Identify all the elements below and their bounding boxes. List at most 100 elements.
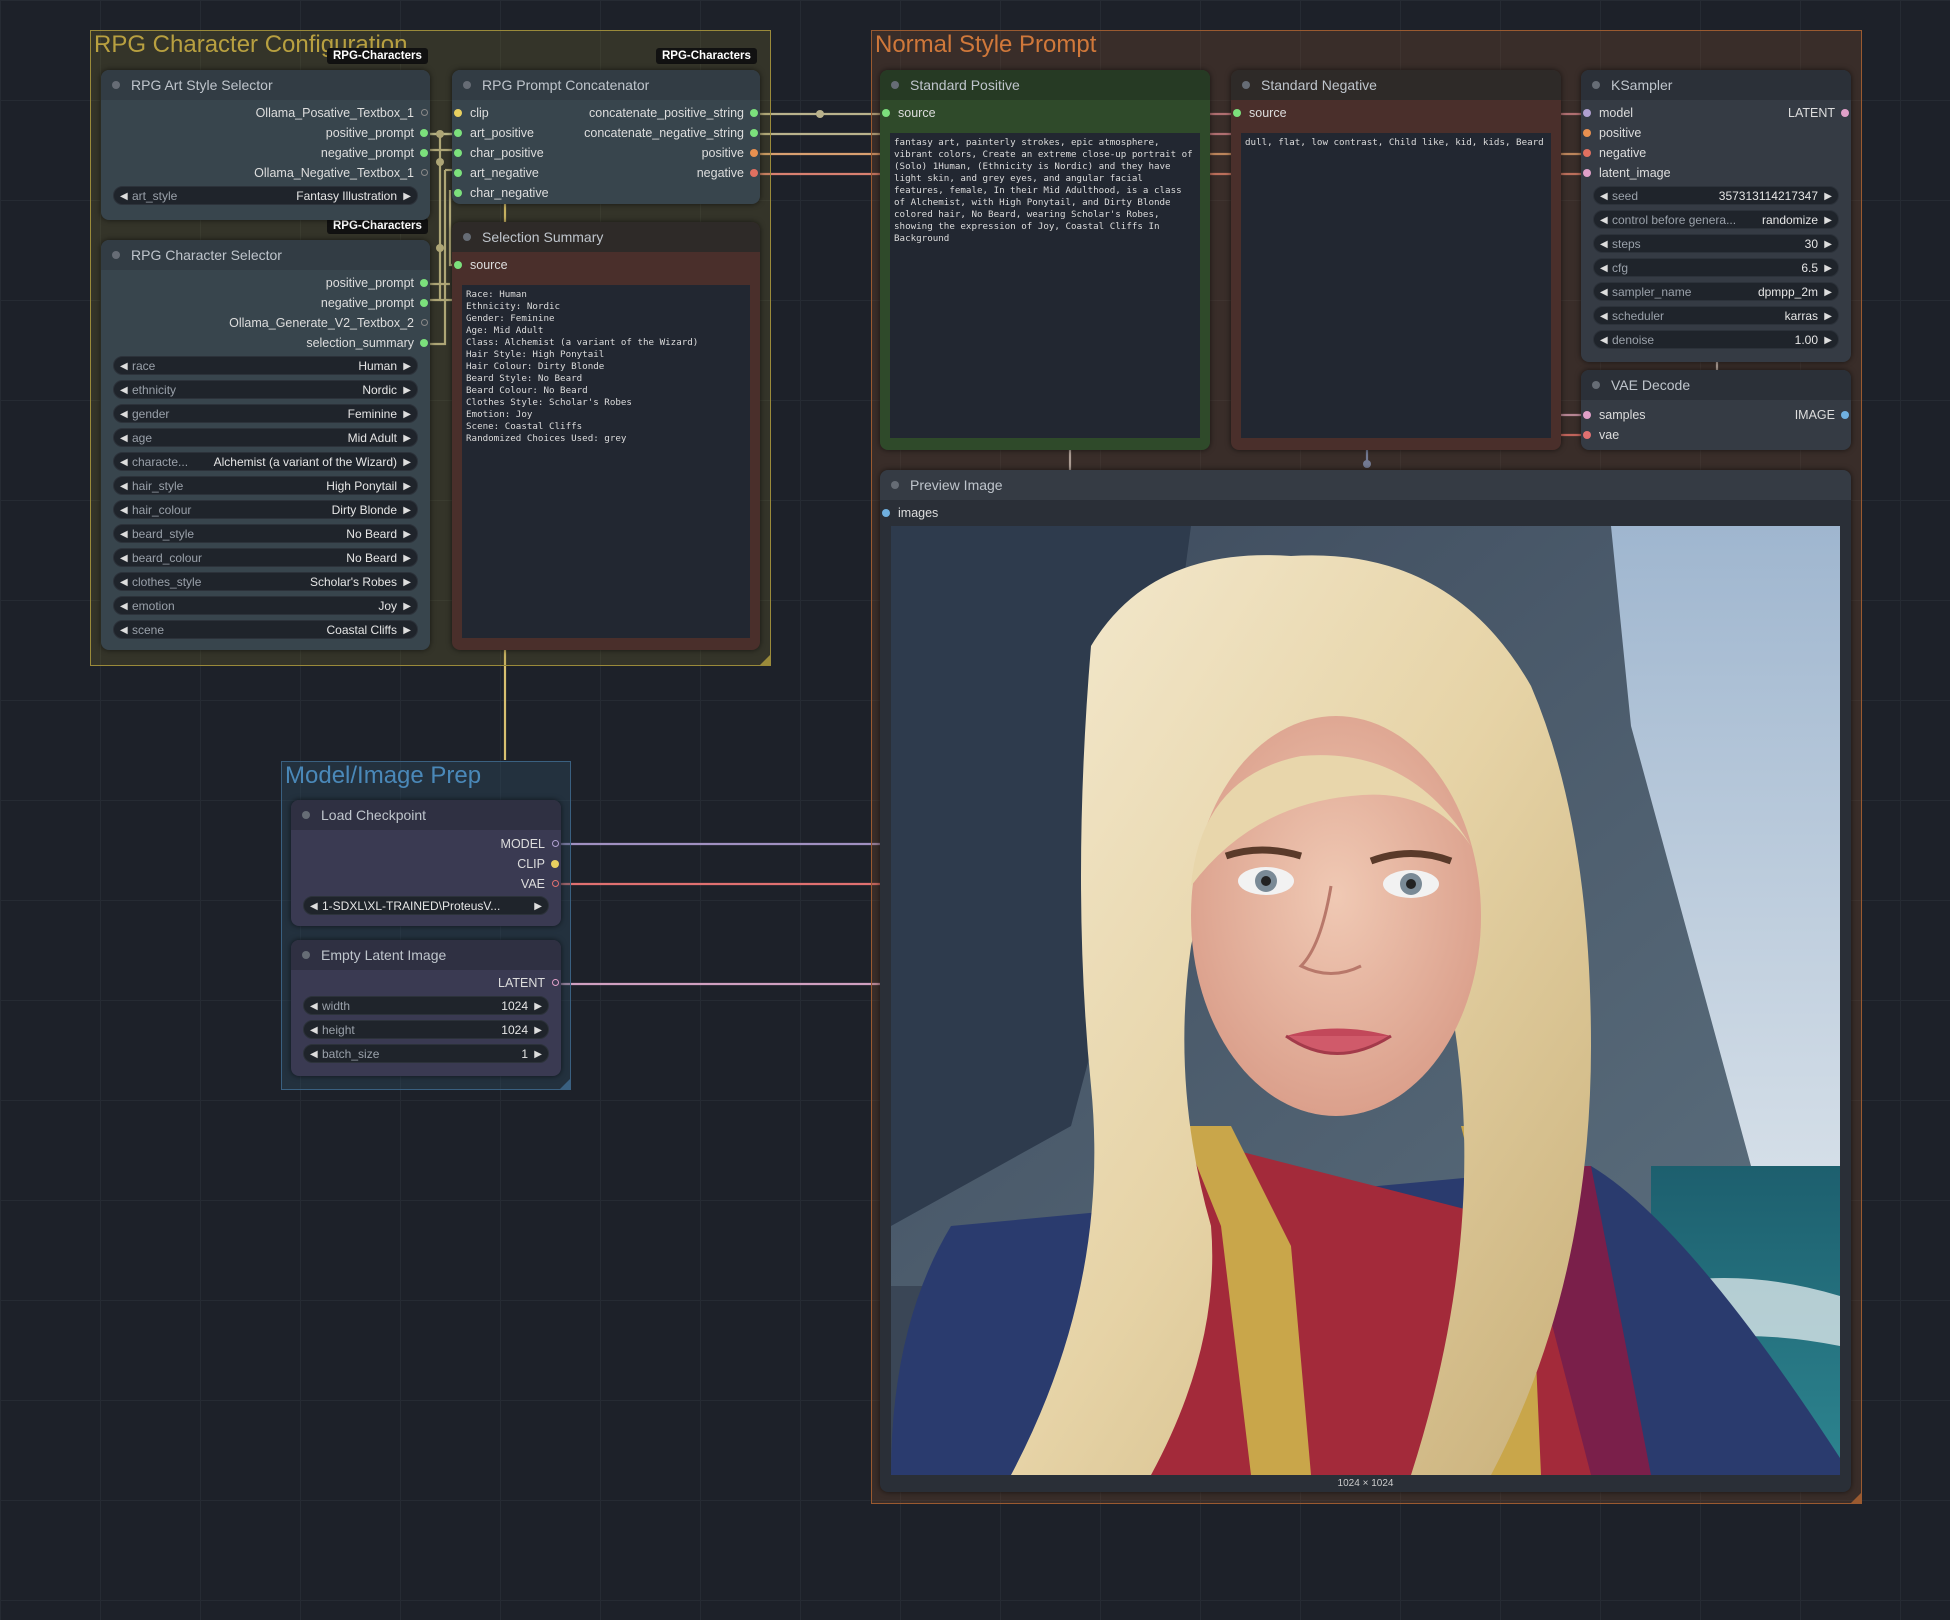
summary-textarea[interactable]: Race: Human Ethnicity: Nordic Gender: Fe… [462,285,750,638]
arrow-left-icon[interactable]: ◀ [120,453,128,472]
arrow-right-icon[interactable]: ▶ [403,525,411,544]
arrow-left-icon[interactable]: ◀ [120,621,128,640]
node-rpg-art-style-selector[interactable]: RPG Art Style Selector Ollama_Posative_T… [101,70,430,220]
node-header[interactable]: Preview Image [880,470,1851,500]
input-slot[interactable]: model [1581,104,1633,122]
arrow-right-icon[interactable]: ▶ [403,187,411,206]
output-slot[interactable]: negative_prompt [321,294,430,312]
input-slot[interactable]: latent_image [1581,164,1671,182]
arrow-right-icon[interactable]: ▶ [534,997,542,1016]
collapse-dot-icon[interactable] [1592,381,1600,389]
input-slot[interactable]: vae [1581,426,1619,444]
collapse-dot-icon[interactable] [112,251,120,259]
output-slot[interactable]: LATENT [498,974,561,992]
control-after-generate-combo[interactable]: ◀ control before genera... randomize ▶ [1593,210,1839,229]
output-pin[interactable] [420,299,428,307]
output-slot[interactable]: positive_prompt [326,274,430,292]
output-pin[interactable] [750,129,758,137]
hair-style-combo[interactable]: ◀ hair_style High Ponytail ▶ [113,476,418,495]
arrow-left-icon[interactable]: ◀ [310,1045,318,1064]
node-empty-latent-image[interactable]: Empty Latent Image LATENT ◀ width 1024 ▶ ◀ h… [291,940,561,1076]
arrow-right-icon[interactable]: ▶ [1824,235,1832,254]
input-slot[interactable]: images [880,504,938,522]
node-standard-positive[interactable]: Standard Positive source fantasy art, pa… [880,70,1210,450]
input-slot[interactable]: negative [1581,144,1646,162]
input-pin[interactable] [882,509,890,517]
collapse-dot-icon[interactable] [891,481,899,489]
art-style-combo[interactable]: ◀ art_style Fantasy Illustration ▶ [113,186,418,205]
output-slot[interactable]: negative [697,164,760,182]
arrow-right-icon[interactable]: ▶ [403,597,411,616]
input-pin[interactable] [1583,109,1591,117]
arrow-left-icon[interactable]: ◀ [1600,283,1608,302]
checkpoint-combo[interactable]: ◀ 1-SDXL\XL-TRAINED\ProteusV... ▶ [303,896,549,915]
arrow-right-icon[interactable]: ▶ [1824,187,1832,206]
arrow-left-icon[interactable]: ◀ [120,357,128,376]
arrow-left-icon[interactable]: ◀ [310,897,318,916]
denoise-number[interactable]: ◀ denoise 1.00 ▶ [1593,330,1839,349]
node-header[interactable]: Selection Summary [452,222,760,252]
output-pin[interactable] [1841,411,1849,419]
cfg-number[interactable]: ◀ cfg 6.5 ▶ [1593,258,1839,277]
input-slot[interactable]: art_negative [452,164,539,182]
arrow-left-icon[interactable]: ◀ [120,525,128,544]
output-slot[interactable]: selection_summary [306,334,430,352]
arrow-left-icon[interactable]: ◀ [310,997,318,1016]
output-slot[interactable]: CLIP [517,855,561,873]
output-pin[interactable] [552,979,559,986]
input-slot[interactable]: source [1231,104,1287,122]
arrow-left-icon[interactable]: ◀ [310,1021,318,1040]
output-slot[interactable]: concatenate_positive_string [589,104,760,122]
input-pin[interactable] [454,109,462,117]
arrow-right-icon[interactable]: ▶ [403,501,411,520]
arrow-right-icon[interactable]: ▶ [403,453,411,472]
collapse-dot-icon[interactable] [112,81,120,89]
input-pin[interactable] [454,149,462,157]
arrow-left-icon[interactable]: ◀ [120,405,128,424]
node-ksampler[interactable]: KSampler model positive negative latent_… [1581,70,1851,362]
arrow-left-icon[interactable]: ◀ [1600,211,1608,230]
collapse-dot-icon[interactable] [463,81,471,89]
output-slot[interactable]: positive [702,144,760,162]
ethnicity-combo[interactable]: ◀ ethnicity Nordic ▶ [113,380,418,399]
arrow-right-icon[interactable]: ▶ [1824,307,1832,326]
node-selection-summary[interactable]: Selection Summary source Race: Human Eth… [452,222,760,650]
output-slot[interactable]: MODEL [501,835,561,853]
resize-handle[interactable] [760,655,770,665]
gender-combo[interactable]: ◀ gender Feminine ▶ [113,404,418,423]
output-pin[interactable] [750,109,758,117]
arrow-right-icon[interactable]: ▶ [403,405,411,424]
input-pin[interactable] [454,189,462,197]
arrow-right-icon[interactable]: ▶ [534,1045,542,1064]
arrow-right-icon[interactable]: ▶ [1824,211,1832,230]
output-slot[interactable]: IMAGE [1795,406,1851,424]
arrow-right-icon[interactable]: ▶ [1824,331,1832,350]
arrow-right-icon[interactable]: ▶ [1824,283,1832,302]
arrow-left-icon[interactable]: ◀ [1600,187,1608,206]
collapse-dot-icon[interactable] [302,811,310,819]
output-pin[interactable] [750,169,758,177]
height-number[interactable]: ◀ height 1024 ▶ [303,1020,549,1039]
arrow-right-icon[interactable]: ▶ [403,429,411,448]
beard-style-combo[interactable]: ◀ beard_style No Beard ▶ [113,524,418,543]
input-pin[interactable] [1583,149,1591,157]
collapse-dot-icon[interactable] [891,81,899,89]
race-combo[interactable]: ◀ race Human ▶ [113,356,418,375]
output-pin[interactable] [420,279,428,287]
input-pin[interactable] [1583,169,1591,177]
output-pin[interactable] [421,319,428,326]
collapse-dot-icon[interactable] [1592,81,1600,89]
output-slot[interactable]: Ollama_Posative_Textbox_1 [256,104,430,122]
arrow-right-icon[interactable]: ▶ [403,573,411,592]
arrow-left-icon[interactable]: ◀ [120,501,128,520]
arrow-right-icon[interactable]: ▶ [403,549,411,568]
collapse-dot-icon[interactable] [463,233,471,241]
output-pin[interactable] [421,109,428,116]
positive-prompt-textarea[interactable]: fantasy art, painterly strokes, epic atm… [890,133,1200,438]
beard-colour-combo[interactable]: ◀ beard_colour No Beard ▶ [113,548,418,567]
sampler-name-combo[interactable]: ◀ sampler_name dpmpp_2m ▶ [1593,282,1839,301]
width-number[interactable]: ◀ width 1024 ▶ [303,996,549,1015]
node-vae-decode[interactable]: VAE Decode samples vae IMAGE [1581,370,1851,450]
age-combo[interactable]: ◀ age Mid Adult ▶ [113,428,418,447]
input-pin[interactable] [882,109,890,117]
